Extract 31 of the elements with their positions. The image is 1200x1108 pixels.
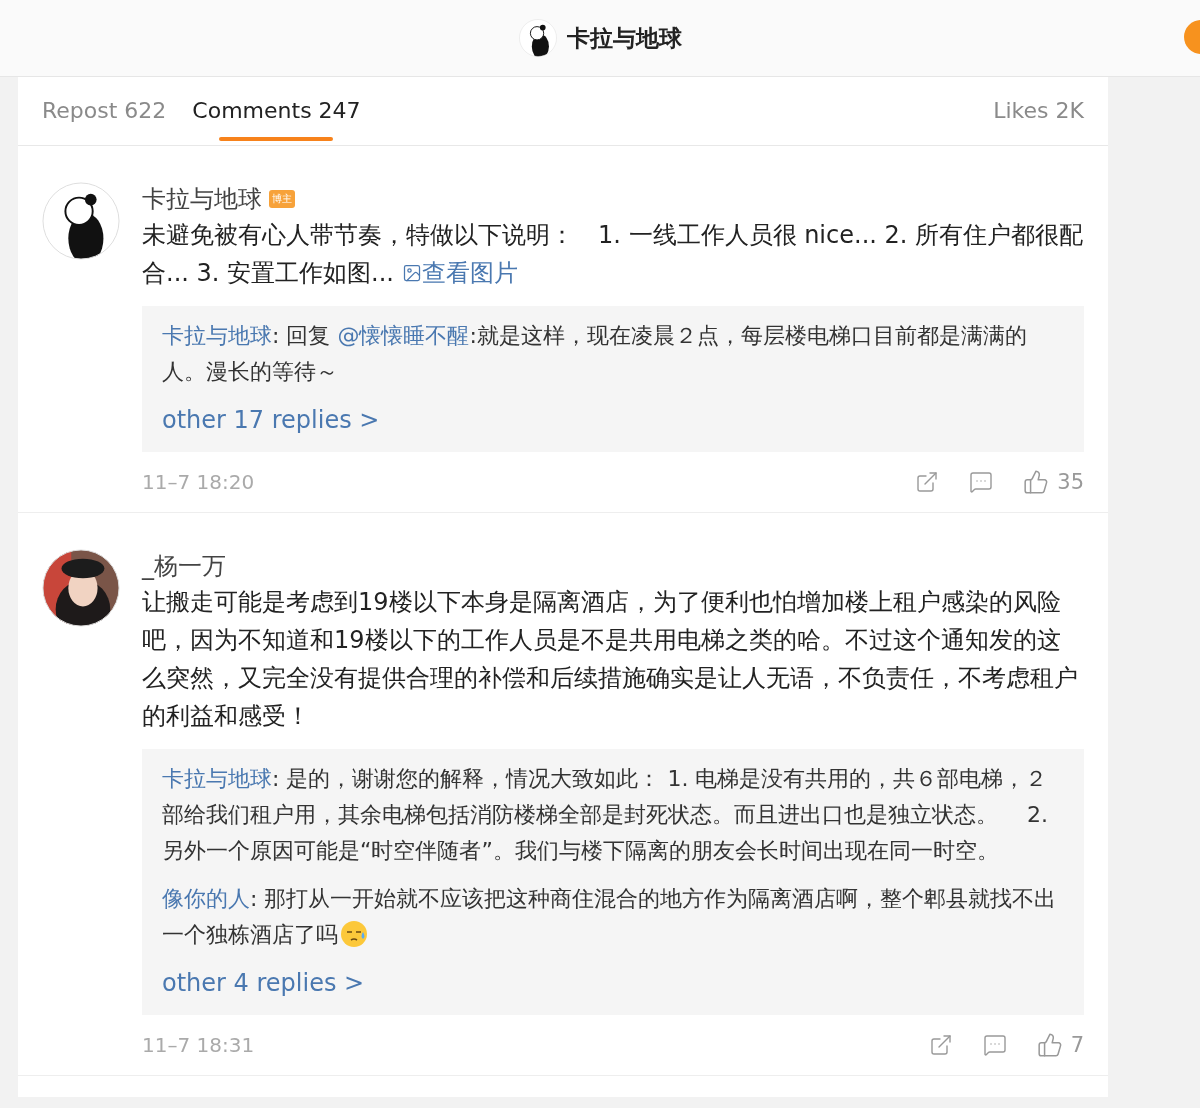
more-replies-link[interactable]: other 17 replies > [162, 406, 380, 434]
comment-icon[interactable] [969, 470, 994, 494]
reply-author-link[interactable]: 像你的人 [162, 886, 250, 911]
view-image-link[interactable]: 查看图片 [401, 259, 518, 287]
thumbs-up-icon [1023, 469, 1050, 495]
thumbs-up-icon [1036, 1032, 1063, 1058]
tab[interactable]: Repost 622 [42, 77, 167, 145]
comment-text: 未避免被有心人带节奏，特做以下说明： 1. 一线工作人员很 nice... 2. 所有住户都很配合... 3. 安置工作如图... 查看图片 [142, 220, 1084, 289]
comment-time: 11–7 18:20 [142, 470, 255, 494]
reply-text: 卡拉与地球: 回复 @懐懐睡不醒:就是这样，现在凌晨２点，每层楼电梯口目前都是满满的人。漫长的等待～ [162, 322, 1028, 386]
tab[interactable]: Comments 247 [192, 77, 361, 145]
comment-text: 让搬走可能是考虑到19楼以下本身是隔离酒店，为了便利也怕增加楼上租户感染的风险吧，因为不知道和19楼以下的工作人员是不是共用电梯之类的哈。不过这个通知发的这么突然，又完全没有提供合理的补偿和后续措施确实是让人无语，不负责任，不考虑租户的利益和感受！ [142, 587, 1079, 732]
more-replies-link[interactable]: other 4 replies > [162, 969, 365, 997]
reply-text: 像你的人: 那打从一开始就不应该把这种商住混合的地方作为隔离酒店啊，整个郫县就找不出一个独栋酒店了吗 [162, 885, 1058, 950]
like-button[interactable]: 35 [1023, 469, 1084, 495]
reply-author-link[interactable]: 卡拉与地球 [162, 766, 272, 791]
like-button[interactable]: 7 [1036, 1032, 1084, 1058]
author-badge: 博主 [269, 190, 295, 208]
comment-time: 11–7 18:31 [142, 1033, 255, 1057]
mention-link[interactable]: @懐懐睡不醒 [337, 323, 470, 348]
share-icon[interactable] [915, 470, 940, 494]
image-icon [401, 263, 422, 283]
user-name[interactable]: _杨一万 [142, 550, 226, 582]
user-name[interactable]: 卡拉与地球 [142, 183, 262, 215]
avatar [518, 19, 557, 57]
reply-text: 卡拉与地球: 是的，谢谢您的解释，情况大致如此： 1. 电梯是没有共用的，共６部电梯，２部给我们租户用，其余电梯包括消防楼梯全部是封死状态。而且进出口也是独立状态。 2. 另外一个原因可能是“时空伴随者”。我们与楼下隔离的朋友会长时间出现在同一时空。 [162, 765, 1049, 865]
reply-author-link[interactable]: 卡拉与地球 [162, 323, 272, 348]
share-icon[interactable] [928, 1033, 953, 1057]
emoji-icon [340, 920, 368, 948]
header-title: 卡拉与地球 [566, 23, 682, 53]
comment-icon[interactable] [982, 1033, 1007, 1057]
